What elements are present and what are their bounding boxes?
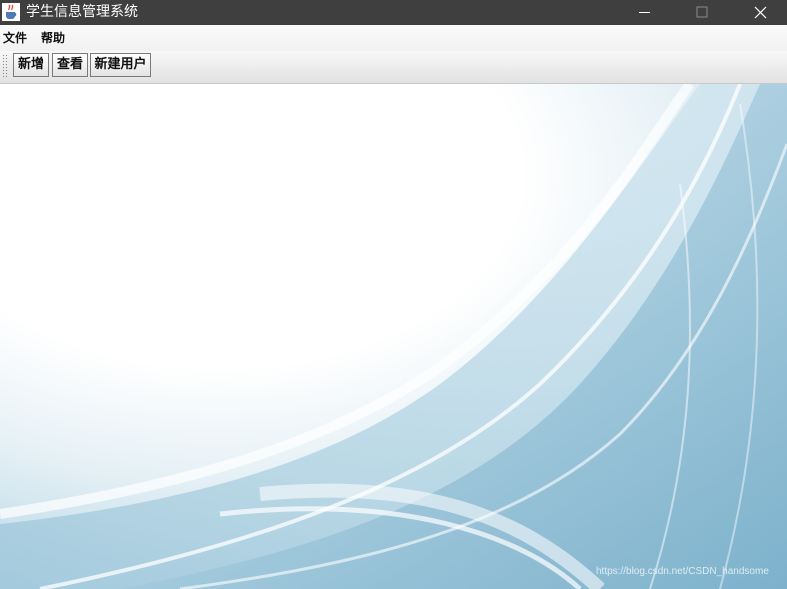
main-content [0,84,787,589]
menu-file[interactable]: 文件 [3,30,27,46]
new-user-button[interactable]: 新建用户 [90,53,151,77]
maximize-icon[interactable] [673,0,731,25]
toolbar-grip-handle[interactable] [2,54,9,79]
menu-bar: 文件 帮助 [0,25,787,51]
view-button[interactable]: 查看 [52,53,88,77]
window-title: 学生信息管理系统 [26,4,138,20]
add-button[interactable]: 新增 [13,53,49,77]
menu-help[interactable]: 帮助 [41,30,65,46]
background-wave-image [0,84,787,589]
toolbar: 新增 查看 新建用户 [0,51,787,84]
close-icon[interactable] [731,0,787,25]
minimize-icon[interactable] [615,0,673,25]
java-cup-icon [2,3,20,21]
watermark-text: https://blog.csdn.net/CSDN_handsome [596,566,769,577]
title-bar[interactable]: 学生信息管理系统 [0,0,787,25]
